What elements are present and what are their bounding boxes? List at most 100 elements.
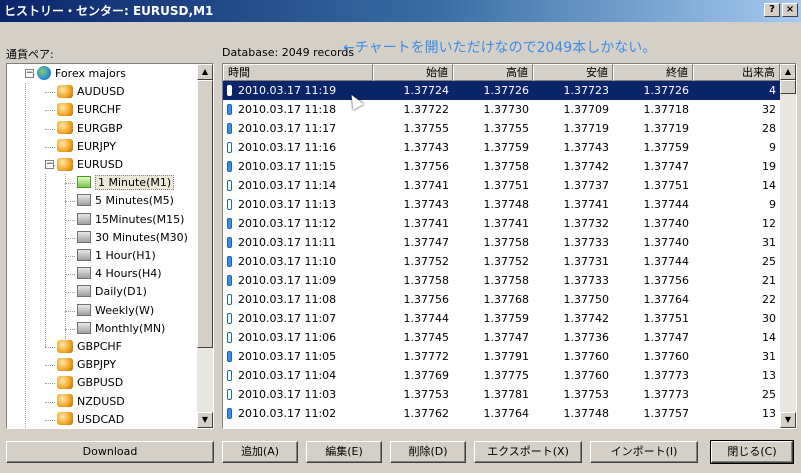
tree-item-gbpchf[interactable]: GBPCHF — [57, 338, 122, 356]
import-button[interactable]: インポート(I) — [590, 441, 698, 463]
tree-expander-icon[interactable]: − — [25, 69, 34, 78]
candle-icon — [227, 388, 232, 400]
column-header-close[interactable]: 終値 — [613, 64, 693, 81]
column-header-low[interactable]: 安値 — [533, 64, 613, 81]
close-button[interactable]: 閉じる(C) — [710, 440, 794, 464]
add-button[interactable]: 追加(A) — [222, 441, 298, 463]
table-scroll-thumb[interactable] — [780, 80, 796, 94]
tree-connector-line — [65, 183, 75, 185]
column-header-volume[interactable]: 出来高 — [693, 64, 780, 81]
export-button[interactable]: エクスポート(X) — [474, 441, 582, 463]
tree-item-4-hours-h4[interactable]: 4 Hours(H4) — [77, 265, 162, 283]
cell-low: 1.37742 — [563, 312, 610, 325]
table-scroll-down-button[interactable]: ▼ — [780, 412, 796, 428]
table-scroll-up-button[interactable]: ▲ — [780, 64, 796, 80]
cell-open: 1.37741 — [403, 217, 450, 230]
cell-time: 2010.03.17 11:13 — [223, 195, 373, 214]
history-table[interactable]: 時間 始値 高値 安値 終値 出来高 2010.03.17 11:19 1.377… — [222, 63, 797, 429]
tree-scrollbar[interactable]: ▲ ▼ — [197, 64, 213, 428]
delete-button[interactable]: 削除(D) — [390, 441, 466, 463]
tree-item-gbpusd[interactable]: GBPUSD — [57, 374, 123, 392]
tree-item-eurjpy[interactable]: EURJPY — [57, 138, 116, 156]
cell-high: 1.37755 — [483, 122, 530, 135]
tree-connector-line — [45, 110, 55, 112]
tree-connector-line — [45, 383, 55, 385]
tree-expander-icon[interactable]: − — [45, 160, 54, 169]
table-row[interactable]: 2010.03.17 11:13 1.37743 1.37748 1.37741 1.3… — [223, 195, 780, 214]
tree-item-monthly-mn[interactable]: Monthly(MN) — [77, 320, 165, 338]
candle-icon — [227, 236, 232, 248]
table-row[interactable]: 2010.03.17 11:18 1.37722 1.37730 1.37709 1.3… — [223, 100, 780, 119]
cell-high: 1.37759 — [483, 312, 530, 325]
tree-item-eurchf[interactable]: EURCHF — [57, 101, 121, 119]
table-row[interactable]: 2010.03.17 11:05 1.37772 1.37791 1.37760 1.3… — [223, 347, 780, 366]
tree-scroll-down-button[interactable]: ▼ — [197, 412, 213, 428]
edit-button[interactable]: 編集(E) — [306, 441, 382, 463]
window-close-button[interactable]: × — [782, 3, 798, 17]
tree-item-eurgbp[interactable]: EURGBP — [57, 120, 122, 138]
tree-connector-line — [45, 419, 55, 421]
cell-low: 1.37736 — [563, 331, 610, 344]
tree-item-usdcad[interactable]: USDCAD — [57, 411, 124, 428]
table-row[interactable]: 2010.03.17 11:16 1.37743 1.37759 1.37743 1.3… — [223, 138, 780, 157]
cell-close: 1.37740 — [643, 236, 690, 249]
table-row[interactable]: 2010.03.17 11:06 1.37745 1.37747 1.37736 1.3… — [223, 328, 780, 347]
column-header-time[interactable]: 時間 — [223, 64, 373, 81]
cell-time-text: 2010.03.17 11:04 — [238, 369, 337, 382]
column-header-open[interactable]: 始値 — [373, 64, 453, 81]
tree-scroll-up-button[interactable]: ▲ — [197, 64, 213, 80]
symbol-tree[interactable]: − Forex majors AUDUSD EURCHF EURGBP EURJPY − EU… — [6, 63, 214, 429]
cell-close: 1.37773 — [643, 388, 690, 401]
tree-connector-line — [65, 310, 75, 312]
tree-item-forex-majors[interactable]: − Forex majors — [25, 65, 126, 83]
tree-item-15minutes-m15[interactable]: 15Minutes(M15) — [77, 211, 184, 229]
tree-connector-line — [45, 174, 46, 347]
tree-item-1-hour-h1[interactable]: 1 Hour(H1) — [77, 247, 156, 265]
tree-item-audusd[interactable]: AUDUSD — [57, 83, 125, 101]
table-row[interactable]: 2010.03.17 11:14 1.37741 1.37751 1.37737 1.3… — [223, 176, 780, 195]
table-row[interactable]: 2010.03.17 11:12 1.37741 1.37741 1.37732 1.3… — [223, 214, 780, 233]
table-row[interactable]: 2010.03.17 11:02 1.37762 1.37764 1.37748 1.3… — [223, 404, 780, 423]
cell-open: 1.37745 — [403, 331, 450, 344]
tree-item-label: 15Minutes(M15) — [95, 212, 185, 226]
cell-time: 2010.03.17 11:11 — [223, 233, 373, 252]
tree-item-label: 30 Minutes(M30) — [95, 230, 188, 244]
cell-low: 1.37748 — [563, 407, 610, 420]
cell-high: 1.37752 — [483, 255, 530, 268]
table-row[interactable]: 2010.03.17 11:19 1.37724 1.37726 1.37723 1.3… — [223, 81, 780, 100]
tree-item-1-minute-m1[interactable]: 1 Minute(M1) — [77, 174, 175, 192]
tree-item-30-minutes-m30[interactable]: 30 Minutes(M30) — [77, 229, 188, 247]
download-button[interactable]: Download — [6, 441, 214, 463]
table-row[interactable]: 2010.03.17 11:09 1.37758 1.37758 1.37733 1.3… — [223, 271, 780, 290]
table-row[interactable]: 2010.03.17 11:11 1.37747 1.37758 1.37733 1.3… — [223, 233, 780, 252]
cell-high: 1.37741 — [483, 217, 530, 230]
candle-icon — [227, 103, 232, 115]
cell-open: 1.37743 — [403, 141, 450, 154]
cell-volume: 19 — [762, 160, 776, 173]
currency-pairs-label: 通貨ペア: — [6, 48, 54, 61]
cell-time-text: 2010.03.17 11:17 — [238, 122, 337, 135]
candle-icon — [227, 407, 232, 419]
table-row[interactable]: 2010.03.17 11:03 1.37753 1.37781 1.37753 1.3… — [223, 385, 780, 404]
cell-open: 1.37722 — [403, 103, 450, 116]
table-row[interactable]: 2010.03.17 11:10 1.37752 1.37752 1.37731 1.3… — [223, 252, 780, 271]
table-row[interactable]: 2010.03.17 11:07 1.37744 1.37759 1.37742 1.3… — [223, 309, 780, 328]
tree-item-nzdusd[interactable]: NZDUSD — [57, 393, 125, 411]
cell-time: 2010.03.17 11:07 — [223, 309, 373, 328]
tree-item-gbpjpy[interactable]: GBPJPY — [57, 356, 116, 374]
tree-item-weekly-w[interactable]: Weekly(W) — [77, 302, 154, 320]
cell-high: 1.37764 — [483, 407, 530, 420]
table-row[interactable]: 2010.03.17 11:15 1.37756 1.37758 1.37742 1.3… — [223, 157, 780, 176]
table-scrollbar[interactable]: ▲ ▼ — [780, 64, 796, 428]
table-row[interactable]: 2010.03.17 11:04 1.37769 1.37775 1.37760 1.3… — [223, 366, 780, 385]
table-row[interactable]: 2010.03.17 11:17 1.37755 1.37755 1.37719 1.3… — [223, 119, 780, 138]
column-header-high[interactable]: 高値 — [453, 64, 533, 81]
help-button[interactable]: ? — [764, 3, 780, 17]
tree-item-daily-d1[interactable]: Daily(D1) — [77, 283, 147, 301]
tree-item-eurusd[interactable]: − EURUSD — [45, 156, 123, 174]
tree-item-5-minutes-m5[interactable]: 5 Minutes(M5) — [77, 192, 174, 210]
cell-close: 1.37751 — [643, 179, 690, 192]
tree-scroll-thumb[interactable] — [197, 80, 213, 348]
table-row[interactable]: 2010.03.17 11:08 1.37756 1.37768 1.37750 1.3… — [223, 290, 780, 309]
tree-connector-line — [65, 292, 75, 294]
